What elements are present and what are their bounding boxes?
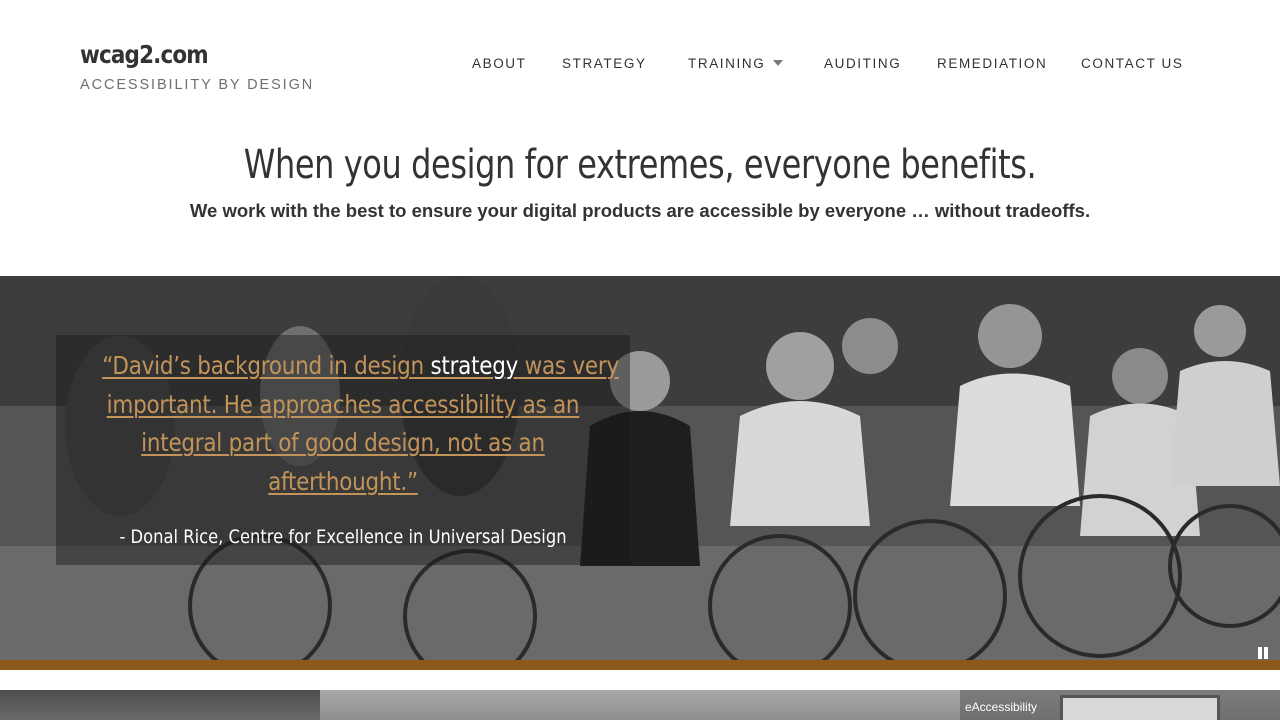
feature-card-keyboard[interactable]	[320, 690, 960, 720]
nav-item-training[interactable]: TRAINING	[688, 56, 765, 71]
slideshow-progress-bar	[0, 660, 1280, 670]
quote-text: “David’s background in design	[102, 351, 431, 380]
hero-slideshow: “David’s background in design strategy w…	[0, 276, 1280, 660]
hero-subheading: We work with the best to ensure your dig…	[189, 200, 1091, 221]
laptop-screen-image	[1060, 695, 1220, 720]
quote-link[interactable]: integral part of good design, not as an	[141, 428, 545, 457]
testimonial-quote: “David’s background in design strategy w…	[63, 347, 623, 501]
pause-icon[interactable]	[1256, 646, 1270, 660]
card-label: eAccessibility	[965, 700, 1038, 714]
pause-bar	[1264, 647, 1268, 659]
quote-link[interactable]: afterthought.”	[268, 467, 418, 496]
main-nav: ABOUT STRATEGY TRAINING AUDITING REMEDIA…	[0, 56, 1280, 76]
quote-author: - Donal Rice, Centre for Excellence in U…	[119, 526, 567, 548]
quote-line: afterthought.”	[102, 463, 584, 502]
site-tagline: ACCESSIBILITY BY DESIGN	[80, 77, 315, 93]
quote-text: was very	[518, 351, 620, 380]
nav-item-remediation[interactable]: REMEDIATION	[937, 56, 1047, 71]
quote-highlight: strategy	[430, 351, 519, 380]
feature-card-basketball[interactable]	[0, 690, 320, 720]
quote-line: integral part of good design, not as an	[102, 424, 584, 463]
hero-heading: When you design for extremes, everyone b…	[243, 142, 1037, 188]
nav-item-auditing[interactable]: AUDITING	[824, 56, 901, 71]
chevron-down-icon[interactable]	[773, 60, 783, 66]
pause-bar	[1258, 647, 1262, 659]
nav-item-about[interactable]: ABOUT	[472, 56, 527, 71]
nav-item-strategy[interactable]: STRATEGY	[562, 56, 647, 71]
quote-line: important. He approaches accessibility a…	[102, 386, 584, 425]
feature-card-eaccessibility[interactable]: eAccessibility	[960, 690, 1280, 720]
quote-link[interactable]: important. He approaches accessibility a…	[107, 390, 580, 419]
nav-item-contact[interactable]: CONTACT US	[1081, 56, 1184, 71]
quote-line: “David’s background in design strategy w…	[102, 347, 619, 386]
quote-link[interactable]: “David’s background in design strategy w…	[102, 351, 619, 380]
